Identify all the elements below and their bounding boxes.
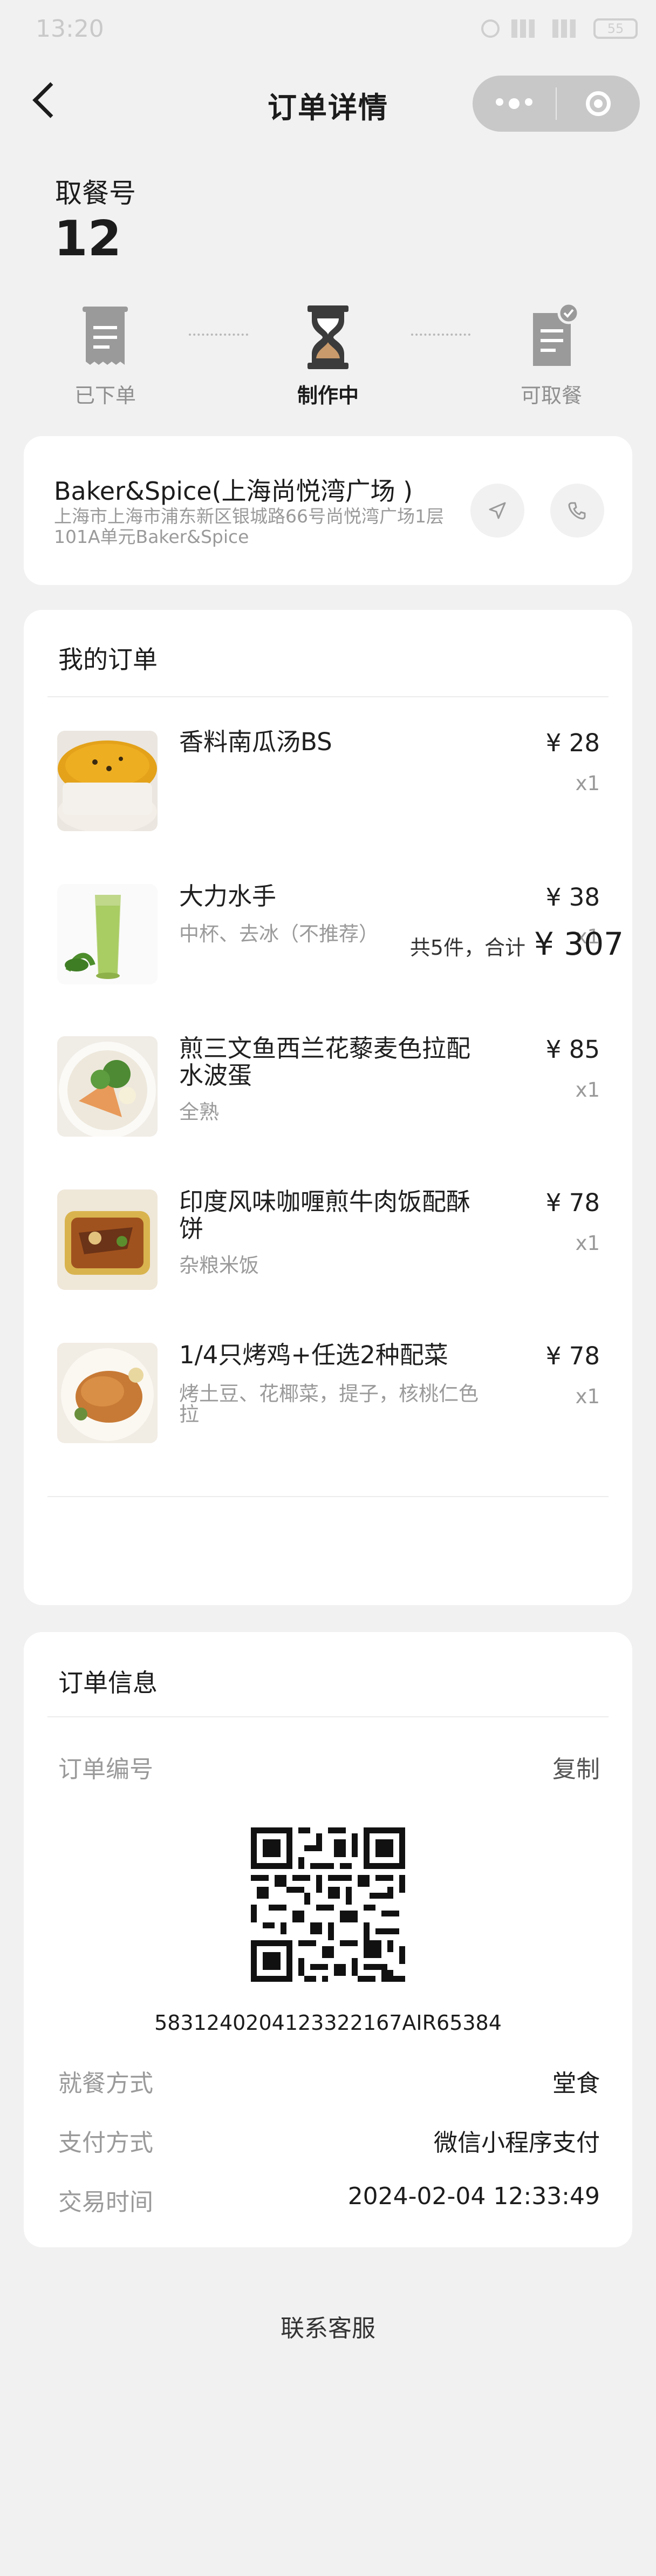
step-preparing: 制作中 — [274, 302, 382, 409]
info-section-title: 订单信息 — [58, 1668, 158, 1697]
item-image — [57, 1343, 158, 1443]
step-ready: 可取餐 — [497, 302, 605, 409]
copy-button[interactable]: 复制 — [552, 1750, 600, 1784]
item-price: ¥ 78 — [545, 1188, 600, 1217]
item-name: 煎三文鱼西兰花藜麦色拉配水波蛋 — [179, 1034, 471, 1090]
navigate-button[interactable] — [470, 484, 524, 538]
item-price: ¥ 78 — [545, 1342, 600, 1370]
order-card: 我的订单 香料南瓜汤BS ¥ 28 x1 大力水手 中杯、去冰（不推荐） ¥ 3… — [24, 610, 632, 1605]
step-label: 可取餐 — [520, 384, 582, 407]
signal-icon — [511, 19, 541, 38]
close-miniprogram-icon[interactable] — [557, 91, 640, 116]
receipt-icon — [73, 302, 138, 372]
status-icons: 55 — [481, 18, 638, 39]
navigation-arrow-icon — [489, 502, 506, 519]
progress-connector — [189, 334, 248, 336]
dining-method-value: 堂食 — [552, 2070, 600, 2097]
alarm-icon — [481, 19, 500, 38]
item-name: 印度风味咖喱煎牛肉饭配酥饼 — [179, 1187, 471, 1243]
progress-connector — [411, 334, 470, 336]
more-icon[interactable] — [473, 98, 556, 109]
payment-method-label: 支付方式 — [58, 2129, 153, 2157]
miniprogram-capsule — [473, 76, 640, 132]
battery-indicator: 55 — [593, 18, 638, 39]
order-number: 5831240204123322167AIR65384 — [154, 2011, 502, 2035]
item-spec: 全熟 — [179, 1100, 219, 1124]
order-number-label: 订单编号 — [58, 1756, 153, 1783]
transaction-time-value: 2024-02-04 12:33:49 — [347, 2183, 600, 2210]
status-time: 13:20 — [36, 15, 104, 43]
item-name: 大力水手 — [179, 882, 277, 910]
item-spec: 烤土豆、花椰菜，提子，核桃仁色拉 — [179, 1382, 479, 1426]
store-card: Baker&Spice(上海尚悦湾广场 ) 上海市上海市浦东新区银城路66号尚悦… — [24, 436, 632, 585]
item-image — [57, 1190, 158, 1290]
item-image — [57, 731, 158, 831]
item-name: 1/4只烤鸡+任选2种配菜 — [179, 1341, 448, 1369]
pickup-label: 取餐号 — [55, 178, 136, 209]
transaction-time-label: 交易时间 — [58, 2188, 153, 2216]
signal-icon-2 — [552, 19, 582, 38]
item-price: ¥ 85 — [545, 1035, 600, 1064]
step-label: 已下单 — [74, 384, 136, 407]
item-quantity: x1 — [575, 1232, 600, 1255]
phone-icon — [568, 502, 586, 520]
divider — [47, 696, 609, 697]
item-image — [57, 884, 158, 984]
item-quantity: x1 — [575, 772, 600, 795]
item-price: ¥ 28 — [545, 729, 600, 757]
order-qr-code — [251, 1827, 405, 1982]
store-name: Baker&Spice(上海尚悦湾广场 ) — [54, 477, 413, 506]
divider — [47, 1496, 609, 1497]
item-spec: 杂粮米饭 — [179, 1254, 259, 1277]
item-quantity: x1 — [575, 1078, 600, 1102]
dining-method-label: 就餐方式 — [58, 2070, 153, 2097]
order-section-title: 我的订单 — [58, 645, 158, 674]
total-amount: ¥ 307 — [534, 926, 624, 962]
divider — [47, 1716, 609, 1717]
pickup-number: 12 — [54, 210, 122, 267]
contact-support-link[interactable]: 联系客服 — [0, 2309, 656, 2343]
item-price: ¥ 38 — [545, 883, 600, 912]
call-button[interactable] — [550, 484, 604, 538]
payment-method-value: 微信小程序支付 — [434, 2129, 600, 2157]
step-ordered: 已下单 — [51, 302, 159, 409]
item-quantity: x1 — [575, 1385, 600, 1408]
store-address: 上海市上海市浦东新区银城路66号尚悦湾广场1层101A单元Baker&Spice — [54, 506, 444, 547]
item-image — [57, 1036, 158, 1137]
order-total: 共5件，合计 ¥ 307 — [410, 926, 624, 962]
step-label: 制作中 — [297, 384, 359, 407]
item-name: 香料南瓜汤BS — [179, 728, 332, 756]
document-check-icon — [519, 302, 584, 372]
total-label: 共5件，合计 — [409, 936, 525, 960]
order-info-card: 订单信息 订单编号 复制 5831240204123322167AIR65384 — [24, 1632, 632, 2247]
hourglass-icon — [296, 302, 360, 372]
